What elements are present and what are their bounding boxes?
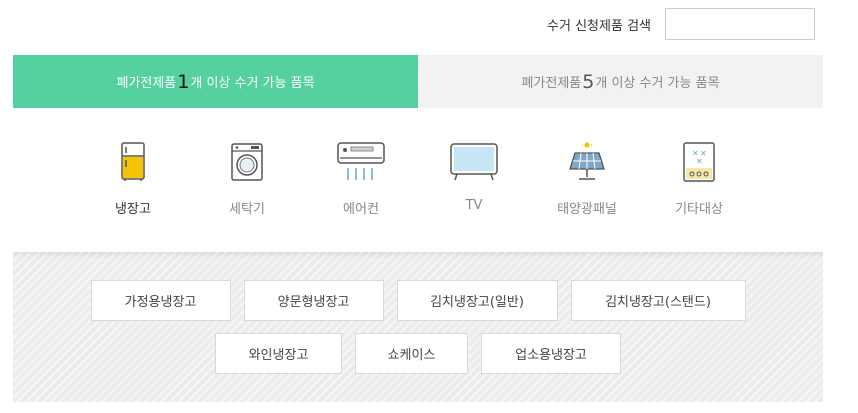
solar-panel-icon — [559, 140, 615, 184]
tab-one-or-more[interactable]: 폐가전제품 1개 이상 수거 가능 품목 — [13, 55, 418, 108]
category-air-conditioner[interactable]: 에어컨 — [316, 140, 406, 217]
subcategory-button[interactable]: 김치냉장고(일반) — [396, 280, 558, 321]
product-search: 수거 신청제품 검색 — [547, 8, 815, 40]
other-appliance-icon: ✕ ✕ ✕ — [671, 140, 727, 184]
subcategory-button[interactable]: 쇼케이스 — [355, 333, 468, 374]
tab-label-suffix: 개 이상 수거 가능 품목 — [595, 76, 720, 91]
tab-label-prefix: 폐가전제품 — [521, 76, 582, 91]
tv-icon — [446, 140, 502, 184]
washing-machine-icon — [219, 140, 275, 184]
subcategory-button[interactable]: 김치냉장고(스탠드) — [570, 280, 746, 321]
category-label: 냉장고 — [112, 198, 154, 219]
category-tv[interactable]: TV — [429, 140, 519, 213]
category-refrigerator[interactable]: 냉장고 — [88, 140, 178, 219]
tab-five-or-more[interactable]: 폐가전제품 5개 이상 수거 가능 품목 — [418, 55, 823, 108]
subcategory-panel: 가정용냉장고 양문형냉장고 김치냉장고(일반) 김치냉장고(스탠드) 와인냉장고… — [13, 252, 823, 402]
subcategory-button[interactable]: 와인냉장고 — [215, 333, 342, 374]
category-label: 기타대상 — [675, 202, 723, 217]
tab-count: 5 — [582, 70, 595, 93]
svg-text:✕: ✕ — [696, 157, 703, 166]
search-input[interactable] — [665, 8, 815, 40]
category-solar-panel[interactable]: 태양광패널 — [542, 140, 632, 217]
category-washing-machine[interactable]: 세탁기 — [202, 140, 292, 217]
subcategory-button[interactable]: 양문형냉장고 — [243, 280, 384, 321]
subcategory-row: 와인냉장고 쇼케이스 업소용냉장고 — [13, 333, 823, 374]
tab-label-suffix: 개 이상 수거 가능 품목 — [190, 76, 315, 91]
subcategory-button[interactable]: 업소용냉장고 — [481, 333, 621, 374]
category-label: TV — [465, 198, 483, 213]
tab-count: 1 — [177, 70, 190, 93]
search-label: 수거 신청제품 검색 — [547, 18, 651, 34]
item-tabs: 폐가전제품 1개 이상 수거 가능 품목 폐가전제품 5개 이상 수거 가능 품… — [13, 55, 823, 108]
air-conditioner-icon — [333, 140, 389, 184]
category-label: 세탁기 — [229, 202, 265, 217]
category-list: 냉장고 세탁기 에어컨 TV 태양광패널 ✕ ✕ ✕ 기타대상 — [13, 140, 823, 250]
subcategory-row: 가정용냉장고 양문형냉장고 김치냉장고(일반) 김치냉장고(스탠드) — [13, 280, 823, 321]
category-other[interactable]: ✕ ✕ ✕ 기타대상 — [654, 140, 744, 217]
category-label: 에어컨 — [343, 202, 379, 217]
refrigerator-icon — [105, 140, 161, 184]
subcategory-button[interactable]: 가정용냉장고 — [90, 280, 231, 321]
category-label: 태양광패널 — [557, 202, 617, 217]
tab-label-prefix: 폐가전제품 — [116, 76, 177, 91]
